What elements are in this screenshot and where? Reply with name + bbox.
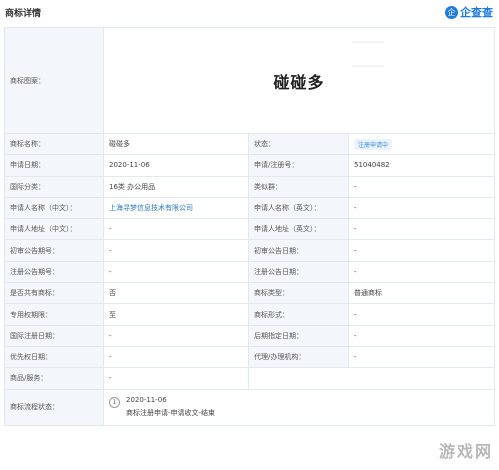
- field-value: -: [347, 218, 496, 241]
- field-value: -: [103, 239, 249, 262]
- field-label: 类似群：: [248, 175, 349, 198]
- field-label: 申请/注册号：: [248, 154, 349, 177]
- field-value: -: [347, 324, 496, 347]
- table-row: 申请日期： 2020-11-06 申请/注册号： 51040482: [4, 154, 496, 177]
- field-label: 申请日期：: [4, 154, 104, 177]
- field-label: 优先权日期：: [4, 345, 104, 369]
- field-value: 51040482: [347, 154, 496, 177]
- table-row: 申请人名称（中文）： 上海寻梦信息技术有限公司 申请人名称（英文）： -: [4, 196, 496, 220]
- applicant-name-link[interactable]: 上海寻梦信息技术有限公司: [103, 196, 249, 220]
- field-label: 状态：: [248, 132, 349, 156]
- field-value: -: [347, 239, 496, 262]
- field-label: 注册公告期号：: [4, 260, 104, 284]
- logo-label: 商标图案：: [4, 27, 104, 134]
- field-value: -: [103, 260, 249, 284]
- field-value: 否: [103, 282, 249, 305]
- field-value: -: [347, 345, 496, 369]
- flow-cell: 1 2020-11-06 商标注册申请-申请收文-结束: [102, 388, 496, 426]
- table-row: 国际分类： 16类 办公用品 类似群： -: [4, 175, 496, 198]
- table-row: 国际注册日期： - 后期指定日期： -: [4, 324, 496, 347]
- logo-row: 商标图案： 碰碰多: [4, 27, 496, 134]
- goods-label: 商品/服务：: [4, 367, 104, 390]
- step-number-icon: 1: [109, 397, 120, 409]
- field-label: 商标类型：: [248, 282, 349, 305]
- field-label: 申请人名称（中文）：: [4, 196, 104, 220]
- field-value: -: [347, 303, 496, 326]
- flow-step-body: 2020-11-06 商标注册申请-申请收文-结束: [126, 396, 215, 418]
- field-label: 国际分类：: [4, 175, 104, 198]
- status-badge: 注册申请中: [354, 138, 393, 150]
- table-row: 申请人地址（中文）： - 申请人地址（英文）： -: [4, 218, 496, 241]
- table-row: 商标名称： 碰碰多 状态： 注册申请中: [4, 132, 496, 156]
- field-value: 普通商标: [347, 282, 496, 305]
- applicant-link-text[interactable]: 上海寻梦信息技术有限公司: [109, 204, 193, 212]
- flow-date: 2020-11-06: [126, 396, 167, 405]
- logo-decoration: [352, 40, 384, 67]
- trademark-logo-text: 碰碰多: [273, 72, 325, 92]
- table-row: 注册公告期号： - 注册公告日期： -: [4, 260, 496, 284]
- flow-label: 商标流程状态：: [4, 388, 104, 426]
- field-label: 专用权期限：: [4, 303, 104, 326]
- trademark-detail-table: 商标图案： 碰碰多 商标名称： 碰碰多 状态： 注册申请中 申请日期： 2020-11-0…: [4, 27, 496, 426]
- field-value: -: [103, 324, 249, 347]
- table-row: 优先权日期： - 代理/办理机构： -: [4, 345, 496, 369]
- field-label: 后期指定日期：: [248, 324, 349, 347]
- field-label: 是否共有商标：: [4, 282, 104, 305]
- trademark-image: 碰碰多: [184, 33, 414, 129]
- field-label: 初审公告期号：: [4, 239, 104, 262]
- field-label: 商标名称：: [4, 132, 104, 156]
- qichacha-logo-icon: 企: [445, 5, 458, 19]
- flow-row: 商标流程状态： 1 2020-11-06 商标注册申请-申请收文-结束: [4, 388, 496, 426]
- field-value: 16类 办公用品: [103, 175, 249, 198]
- table-row: 是否共有商标：否商标类型： 普通商标: [4, 282, 496, 305]
- status-cell: 注册申请中: [347, 132, 496, 156]
- field-label: 初审公告日期：: [248, 239, 349, 262]
- page-title: 商标详情: [5, 8, 42, 19]
- field-label: 商标形式：: [248, 303, 349, 326]
- field-label: 申请人地址（英文）：: [248, 218, 349, 241]
- page-header: 商标详情 企 企查查: [0, 0, 499, 24]
- field-label: 国际注册日期：: [4, 324, 104, 347]
- field-label: 注册公告日期：: [248, 260, 349, 284]
- field-value: 2020-11-06: [103, 154, 249, 177]
- flow-description: 商标注册申请-申请收文-结束: [126, 409, 216, 418]
- goods-row: 商品/服务： -: [4, 367, 496, 390]
- field-value: 碰碰多: [103, 132, 249, 156]
- field-value: 至: [103, 303, 249, 326]
- flow-step: 1 2020-11-06 商标注册申请-申请收文-结束: [109, 396, 489, 418]
- table-row: 初审公告期号： - 初审公告日期： -: [4, 239, 496, 262]
- goods-value: -: [103, 367, 249, 390]
- field-label: 申请人名称（英文）：: [248, 196, 349, 220]
- field-label: 代理/办理机构：: [248, 345, 349, 369]
- logo-cell: 碰碰多: [102, 27, 496, 134]
- brand-name: 企查查: [460, 6, 493, 19]
- field-value: -: [347, 196, 496, 220]
- watermark: 游戏网: [438, 442, 493, 461]
- table-row: 专用权期限：至商标形式： -: [4, 303, 496, 326]
- field-value: -: [347, 175, 496, 198]
- field-value: -: [103, 345, 249, 369]
- field-label: 申请人地址（中文）：: [4, 218, 104, 241]
- field-value: -: [347, 260, 496, 284]
- goods-empty: [247, 367, 496, 390]
- field-value: -: [103, 218, 249, 241]
- qichacha-logo: 企 企查查: [445, 4, 493, 20]
